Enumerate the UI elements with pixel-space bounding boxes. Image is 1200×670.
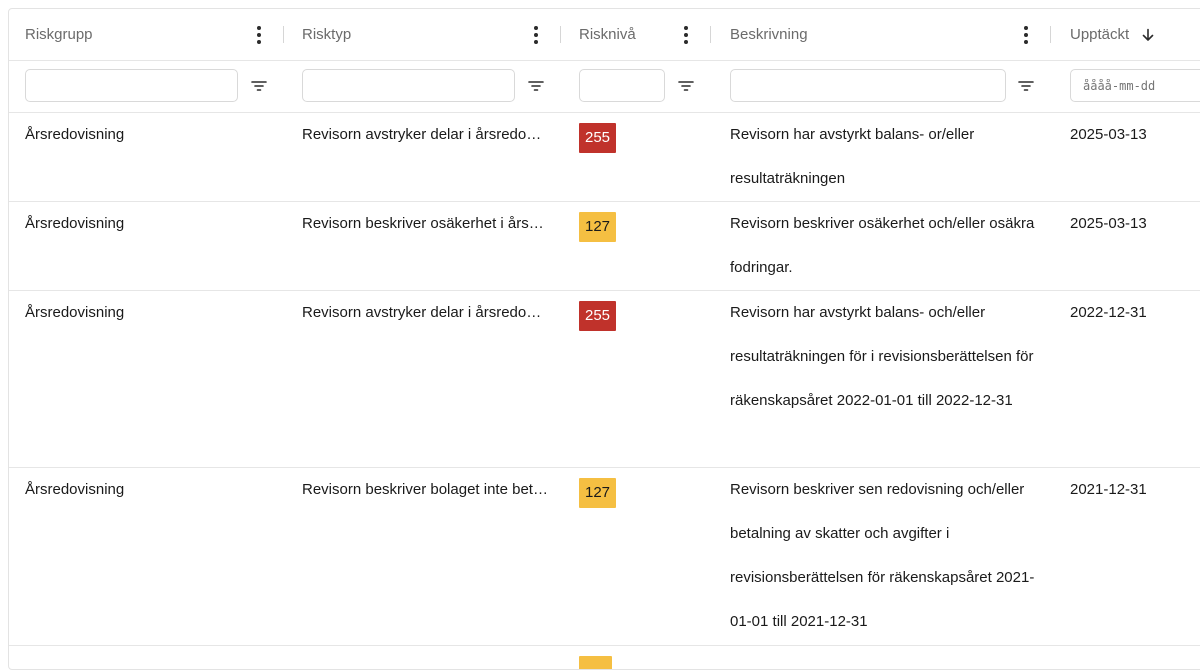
column-menu-icon[interactable] bbox=[1017, 25, 1035, 45]
column-header-beskrivning[interactable]: Beskrivning bbox=[730, 9, 808, 60]
arrow-down-icon[interactable] bbox=[1141, 28, 1155, 42]
riskgrupp-cell: Årsredovisning bbox=[25, 126, 125, 143]
grid-header: Riskgrupp Risktyp Risknivå Beskrivning U… bbox=[9, 9, 1200, 61]
risktyp-cell: Revisorn avstryker delar i årsredovisnin… bbox=[302, 304, 548, 321]
upptackt-cell: 2025-03-13 bbox=[1070, 126, 1147, 143]
column-resize-handle[interactable] bbox=[560, 26, 561, 43]
beskrivning-cell: Revisorn beskriver osäkerhet och/eller o… bbox=[730, 215, 1035, 276]
column-title: Beskrivning bbox=[730, 26, 808, 43]
risktyp-cell: Revisorn avstryker delar i årsredovisnin… bbox=[302, 126, 548, 143]
riskgrupp-cell: Årsredovisning bbox=[25, 215, 125, 232]
table-row[interactable]: Årsredovisning Revisorn beskriver osäker… bbox=[9, 202, 1200, 291]
column-title: Upptäckt bbox=[1070, 26, 1130, 43]
column-header-upptackt[interactable]: Upptäckt bbox=[1070, 9, 1155, 60]
column-menu-icon[interactable] bbox=[250, 25, 268, 45]
upptackt-cell: 2022-12-31 bbox=[1070, 304, 1147, 321]
column-header-risktyp[interactable]: Risktyp bbox=[302, 9, 351, 60]
risktyp-cell: Revisorn beskriver osäkerhet i årsredovi… bbox=[302, 215, 548, 232]
table-row[interactable]: Årsredovisning Revisorn avstryker delar … bbox=[9, 291, 1200, 468]
column-title: Riskgrupp bbox=[25, 26, 93, 43]
table-row[interactable] bbox=[9, 646, 1200, 669]
risk-level-badge: 127 bbox=[579, 212, 617, 242]
filter-row bbox=[9, 61, 1200, 113]
column-resize-handle[interactable] bbox=[1050, 26, 1051, 43]
filter-icon[interactable] bbox=[1017, 78, 1035, 94]
upptackt-cell: 2025-03-13 bbox=[1070, 215, 1147, 232]
risktyp-cell: Revisorn beskriver bolaget inte betalat … bbox=[302, 481, 548, 498]
table-row[interactable]: Årsredovisning Revisorn avstryker delar … bbox=[9, 113, 1200, 202]
risk-level-badge: 255 bbox=[579, 301, 617, 331]
risknivå-filter-input[interactable] bbox=[579, 69, 665, 102]
riskgrupp-cell: Årsredovisning bbox=[25, 304, 125, 321]
risk-level-badge: 255 bbox=[579, 123, 617, 153]
filter-icon[interactable] bbox=[527, 78, 545, 94]
column-menu-icon[interactable] bbox=[677, 25, 695, 45]
column-header-risknivå[interactable]: Risknivå bbox=[579, 9, 636, 60]
risk-level-badge bbox=[579, 656, 612, 669]
data-grid: Riskgrupp Risktyp Risknivå Beskrivning U… bbox=[8, 8, 1200, 670]
column-resize-handle[interactable] bbox=[710, 26, 711, 43]
riskgrupp-cell: Årsredovisning bbox=[25, 481, 125, 498]
riskgrupp-filter-input[interactable] bbox=[25, 69, 238, 102]
risktyp-filter-input[interactable] bbox=[302, 69, 515, 102]
upptackt-cell: 2021-12-31 bbox=[1070, 481, 1147, 498]
table-row[interactable]: Årsredovisning Revisorn beskriver bolage… bbox=[9, 468, 1200, 646]
upptackt-date-filter-input[interactable] bbox=[1070, 69, 1200, 102]
beskrivning-cell: Revisorn har avstyrkt balans- or/eller r… bbox=[730, 126, 975, 187]
column-resize-handle[interactable] bbox=[283, 26, 284, 43]
filter-icon[interactable] bbox=[250, 78, 268, 94]
beskrivning-cell: Revisorn beskriver sen redovisning och/e… bbox=[730, 481, 1035, 630]
column-header-riskgrupp[interactable]: Riskgrupp bbox=[25, 9, 93, 60]
filter-icon[interactable] bbox=[677, 78, 695, 94]
risk-level-badge: 127 bbox=[579, 478, 617, 508]
column-menu-icon[interactable] bbox=[527, 25, 545, 45]
beskrivning-filter-input[interactable] bbox=[730, 69, 1006, 102]
beskrivning-cell: Revisorn har avstyrkt balans- och/eller … bbox=[730, 304, 1034, 409]
column-title: Risktyp bbox=[302, 26, 352, 43]
column-title: Risknivå bbox=[579, 26, 636, 43]
